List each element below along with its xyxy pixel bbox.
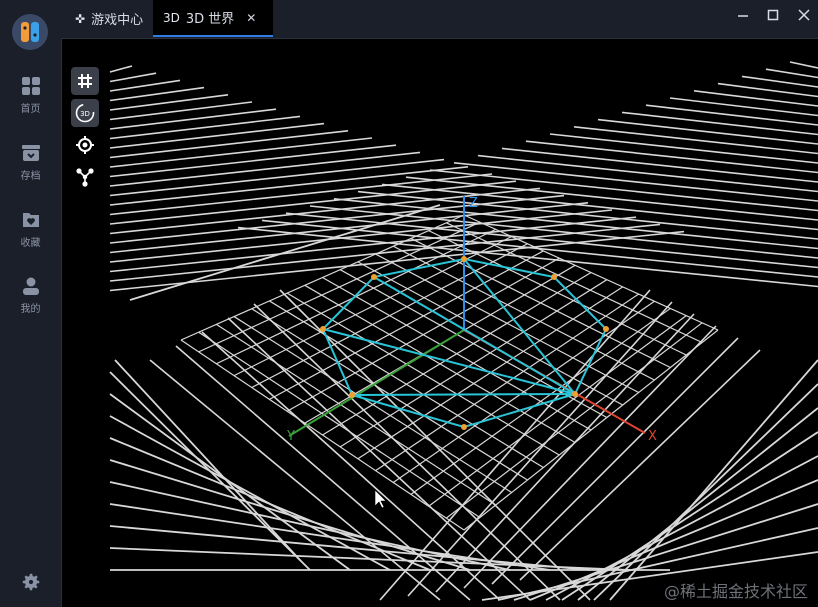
nav-item-archive[interactable]: 存档 [0,143,61,195]
grid-line [428,315,687,507]
background-grid-line [621,111,818,136]
mesh-edge [351,393,576,396]
y-axis-label: Y [286,429,295,444]
nav-item-home[interactable]: 首页 [0,76,61,128]
nav-label: 我的 [20,304,41,315]
background-grid-line [114,359,301,561]
archive-icon [21,145,40,161]
background-grid-line [405,176,818,221]
nav-label: 收藏 [20,238,41,249]
x-axis-label: X [648,429,657,444]
background-grid-line [109,547,631,571]
background-grid-line [789,61,818,69]
mesh-vertex [572,391,578,397]
rotate-3d-label: 3D [80,110,90,118]
title-bar: ✜ 游戏中心 3D 3D 世界 ✕ [61,0,818,39]
focus-target-button[interactable] [71,131,99,159]
favorite-icon [22,213,39,227]
background-grid-line [109,101,253,121]
z-axis-label: Z [469,196,478,211]
grid-line [339,279,608,448]
background-grid-line [109,166,469,206]
background-grid-line [309,205,818,259]
background-grid-line [519,349,761,581]
maximize-icon[interactable] [762,6,784,24]
mesh-vertex [461,424,467,430]
mesh-vertex [461,256,467,262]
close-window-icon[interactable] [793,6,815,24]
mesh-vertex [349,392,355,398]
background-grid-line [669,97,818,117]
background-grid-line [407,301,673,597]
background-grid-line [109,122,325,149]
mesh-vertex [603,326,609,332]
rotate-3d-button[interactable]: 3D [71,99,99,127]
watermark: @稀土掘金技术社区 [663,582,808,601]
target-icon [76,136,94,154]
background-grid-line [109,144,397,178]
background-grid-line [597,118,818,145]
background-grid-line [227,317,531,601]
tab-3d-world[interactable]: 3D 3D 世界 ✕ [153,0,273,37]
app-logo[interactable] [12,14,48,50]
close-tab-icon[interactable]: ✕ [246,11,256,25]
background-grid-line [645,104,818,126]
background-grid-line [109,115,301,140]
background-grid-line [109,415,391,571]
background-grid-line [525,140,818,174]
gear-icon[interactable] [20,571,42,593]
toggle-grid-button[interactable] [71,67,99,95]
tab-game-center[interactable]: ✜ 游戏中心 [71,0,159,37]
background-grid-line [577,407,818,601]
tab-label: 3D 世界 [185,12,235,27]
background-grid-line [477,154,818,193]
mesh-vertex [320,326,326,332]
grid-icon [21,77,40,95]
background-grid-line [435,313,695,593]
background-grid-line [109,151,421,187]
user-icon [22,277,39,295]
switch-logo-icon [21,22,39,42]
background-grid-line [109,180,517,225]
background-grid-line [109,72,157,83]
nav-label: 首页 [20,104,41,115]
nav-item-favorites[interactable]: 收藏 [0,210,61,262]
mesh-edge [373,276,576,395]
object-structure-button[interactable] [71,163,99,191]
tab-label: 游戏中心 [91,13,144,28]
background-grid-line [741,75,818,88]
background-grid-line [237,226,818,288]
background-grid-line [765,68,818,79]
background-grid-line [109,108,277,130]
sidebar: 首页 存档 收藏 我的 [0,0,62,607]
gamepad-icon: ✜ [75,11,86,26]
mesh-vertex [551,274,557,280]
background-grid-line [109,79,181,92]
minimize-icon[interactable] [732,6,754,24]
mesh-vertex [371,274,377,280]
background-grid-line [109,65,133,73]
background-grid-line [109,158,445,197]
background-grid-line [501,147,818,183]
background-grid-line [609,359,818,601]
rotate-3d-icon: 3D [75,103,95,123]
molecule-icon [76,168,94,187]
3d-viewport[interactable]: X Y Z [108,52,818,607]
nav-item-profile[interactable]: 我的 [0,276,61,328]
3d-icon: 3D [163,10,180,25]
nav-label: 存档 [20,171,41,182]
grid-toggle-icon [78,74,92,88]
